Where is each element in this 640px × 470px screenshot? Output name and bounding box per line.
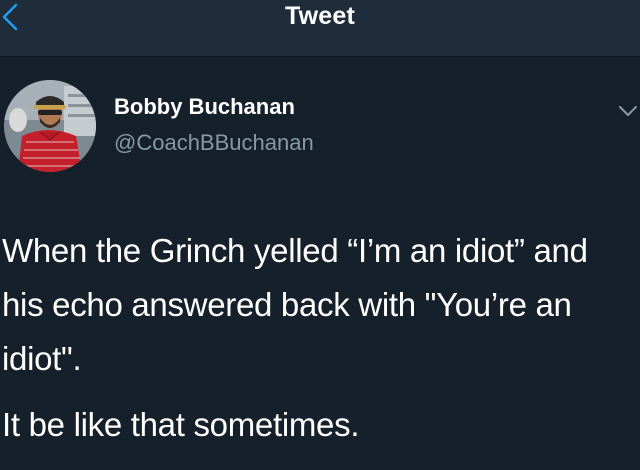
page-title: Tweet bbox=[285, 2, 355, 30]
chevron-down-icon[interactable] bbox=[618, 104, 638, 118]
author-display-name[interactable]: Bobby Buchanan bbox=[114, 94, 295, 120]
tweet-text: When the Grinch yelled “I’m an idiot” an… bbox=[2, 224, 632, 452]
tweet-paragraph: It be like that sometimes. bbox=[2, 406, 360, 443]
tweet-paragraph: When the Grinch yelled “I’m an idiot” an… bbox=[2, 232, 588, 377]
profile-photo-icon bbox=[4, 80, 96, 172]
top-navigation-bar: Tweet bbox=[0, 0, 640, 57]
avatar[interactable] bbox=[4, 80, 96, 172]
author-handle[interactable]: @CoachBBuchanan bbox=[114, 130, 314, 156]
